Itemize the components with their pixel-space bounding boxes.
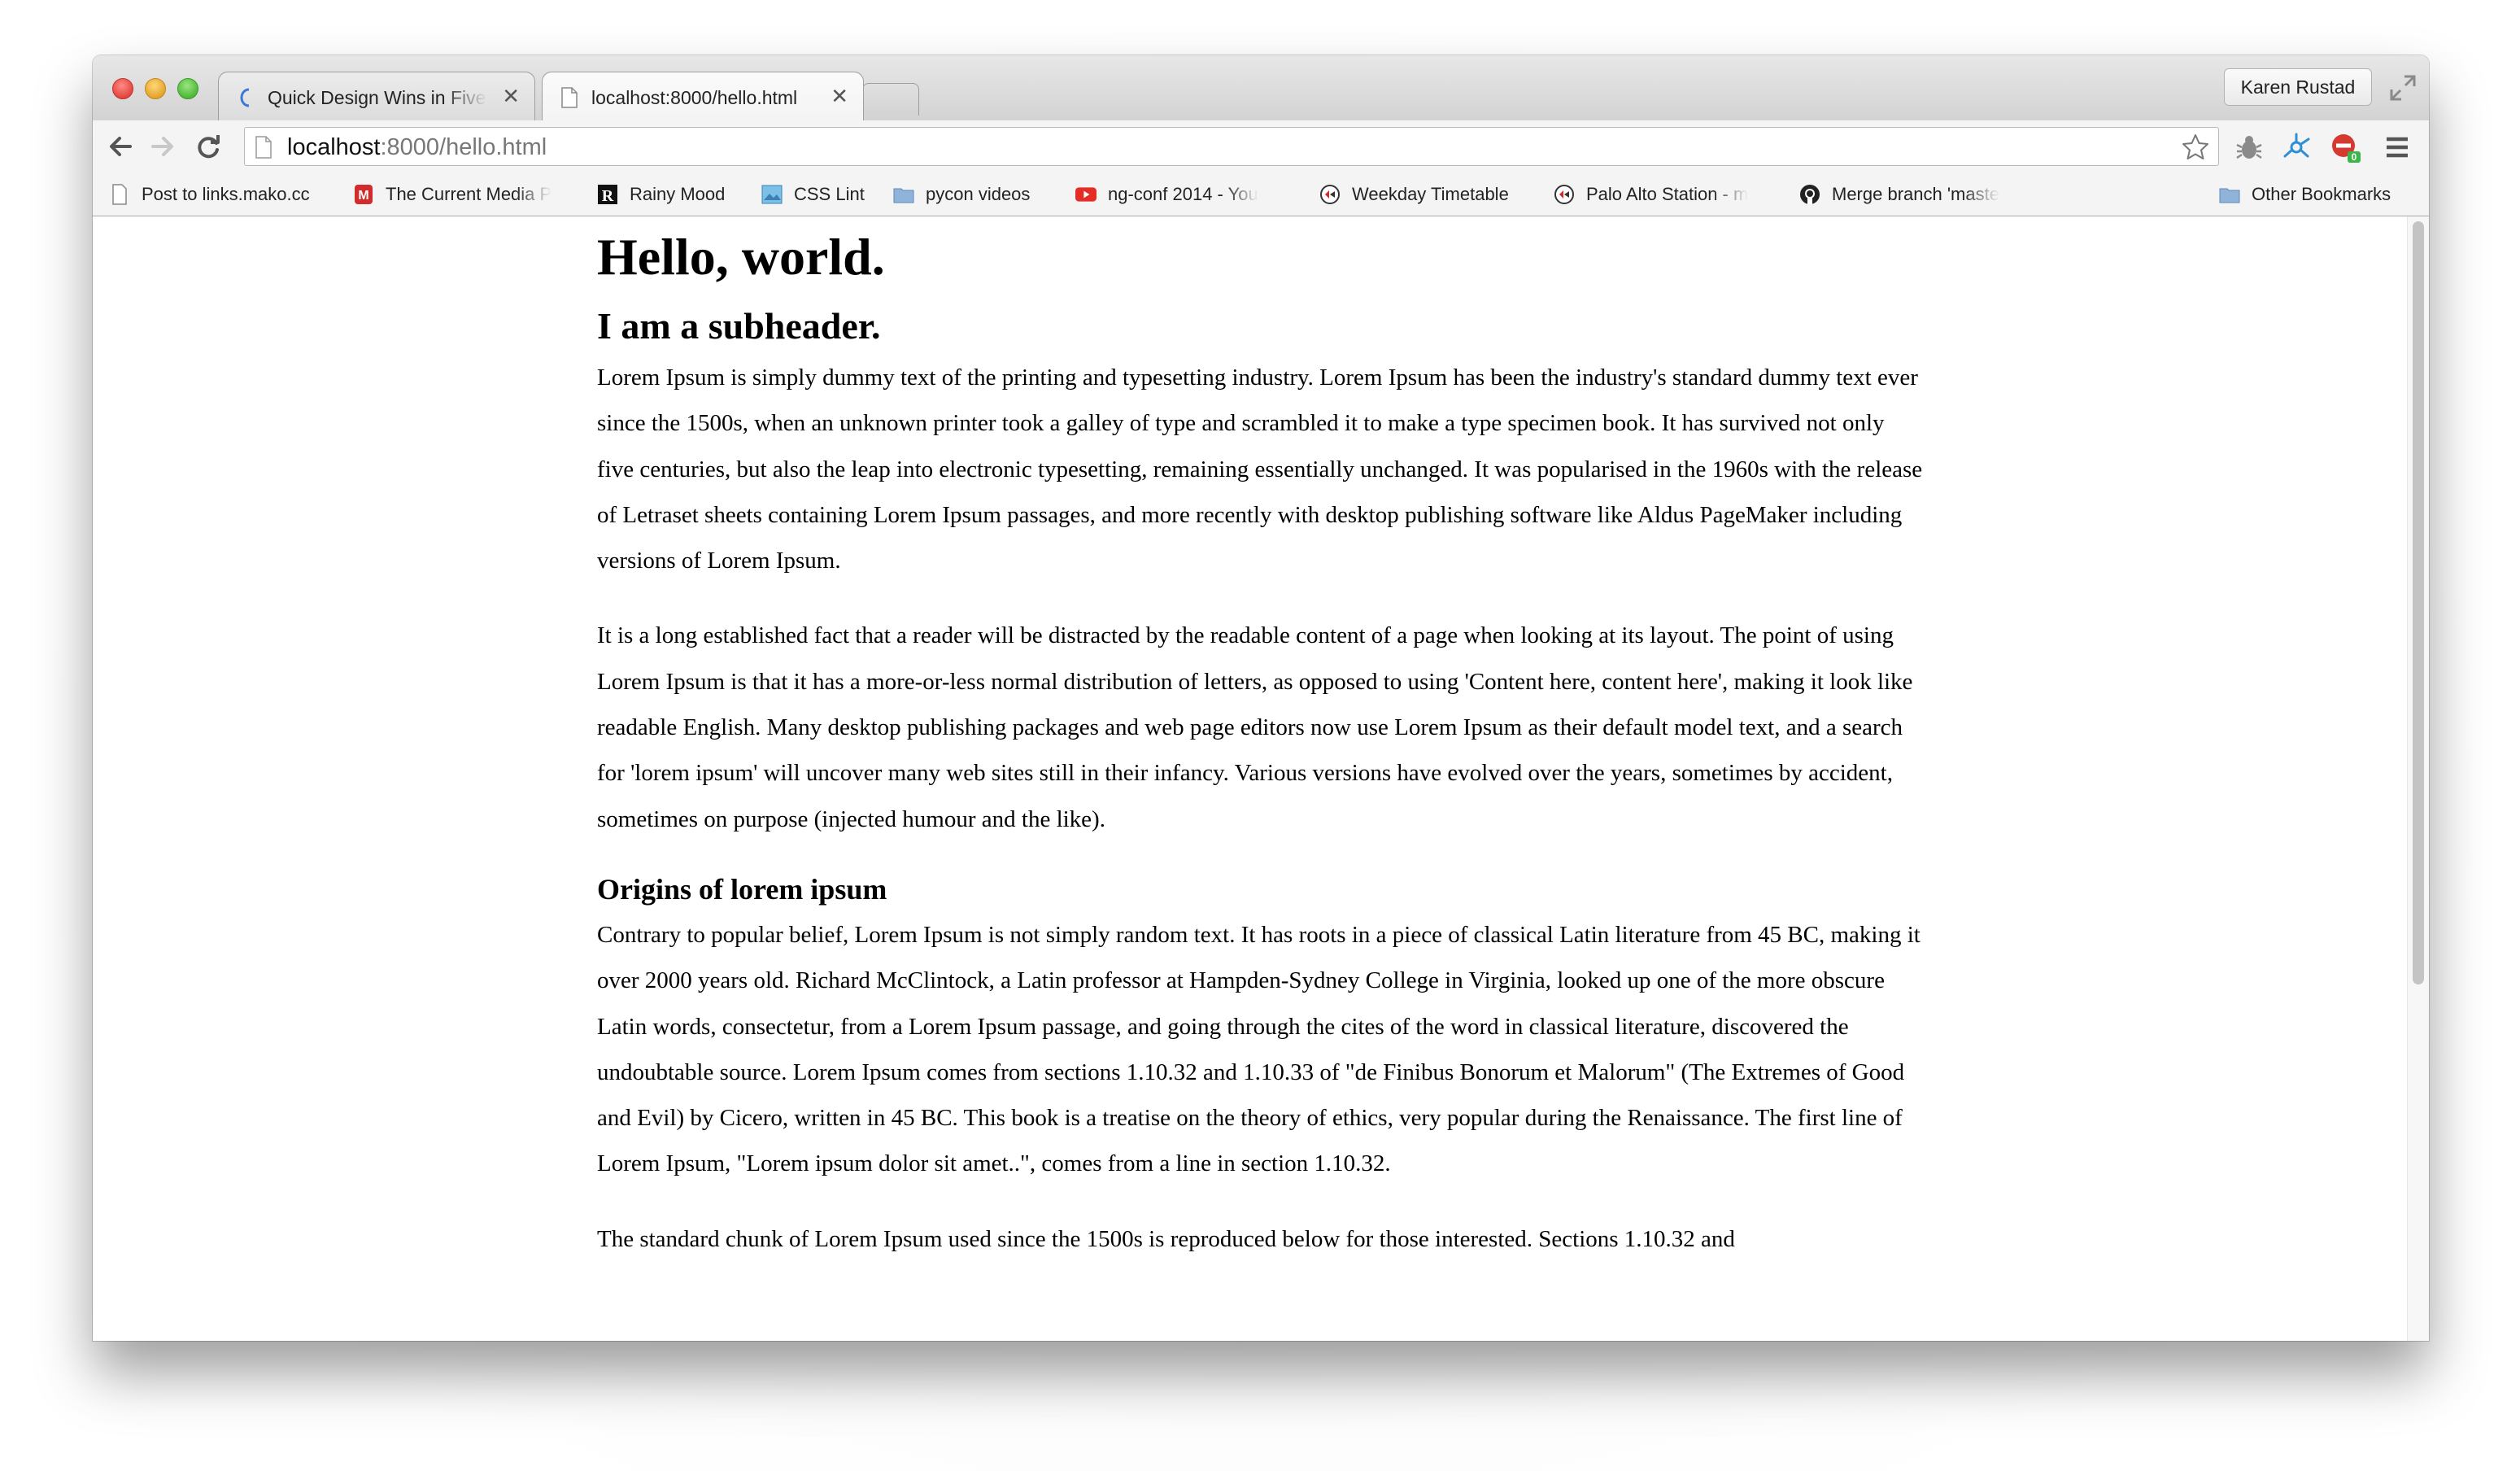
bookmark-weekday-timetable[interactable]: Weekday Timetable [1319,182,1539,207]
bookmark-label: CSS Lint [794,184,865,204]
page-content: Hello, world. I am a subheader. Lorem Ip… [597,223,1923,1291]
paragraph-4: The standard chunk of Lorem Ipsum used s… [597,1225,1735,1252]
tab-quick-design-wins[interactable]: Quick Design Wins in Five ✕ [218,72,535,120]
tab-strip: Quick Design Wins in Five ✕ localhost:80… [93,55,2429,120]
page-icon [255,136,272,159]
paragraph-3: Contrary to popular belief, Lorem Ipsum … [597,921,1921,1177]
vertical-scrollbar[interactable] [2407,216,2429,1341]
youtube-icon [1075,187,1097,202]
bookmark-rainy-mood[interactable]: R Rainy Mood [597,182,760,207]
bookmark-label: pycon videos [926,184,1031,204]
forward-arrow-icon[interactable] [148,132,177,161]
window-zoom-button[interactable] [177,78,198,99]
bookmark-label: The Current Media P [386,184,552,204]
stop-sign-icon: 0 [2332,134,2361,163]
rainy-mood-icon: R [598,185,617,205]
bookmark-label: Weekday Timetable [1352,184,1509,204]
fullscreen-icon[interactable] [2388,73,2418,103]
folder-icon [2219,188,2240,203]
bookmark-label: Merge branch 'maste [1832,184,1999,204]
window-close-button[interactable] [112,78,133,99]
page-icon [112,184,127,205]
bookmark-current-media[interactable]: M The Current Media P [353,182,578,207]
bookmark-label: ng-conf 2014 - You [1108,184,1258,204]
extension-badge: 0 [2352,151,2357,163]
loading-spinner-icon [240,88,250,107]
tab-title: localhost:8000/hello.html [591,87,798,108]
bug-extension-icon[interactable] [2234,132,2265,163]
bookmark-merge-branch[interactable]: Merge branch 'maste [1799,182,2040,207]
window-minimize-button[interactable] [145,78,166,99]
new-tab-button[interactable] [862,83,919,116]
bookmark-ng-conf[interactable]: ng-conf 2014 - You [1075,182,1308,207]
profile-button[interactable]: Karen Rustad [2224,68,2372,106]
bookmark-pycon-videos[interactable]: pycon videos [893,182,1074,207]
url-path: :8000/hello.html [380,134,547,160]
other-bookmarks-folder[interactable]: Other Bookmarks [2219,182,2422,207]
scrollbar-thumb[interactable] [2413,221,2424,984]
url-host: localhost [287,134,381,160]
bookmark-post-to-links[interactable]: Post to links.mako.cc [109,182,345,207]
page-icon [561,87,578,108]
section-heading: Origins of lorem ipsum [597,872,887,906]
caltrain-icon [1320,185,1340,204]
network-extension-icon[interactable] [2281,132,2312,163]
back-arrow-icon[interactable] [106,132,135,161]
page-subheader: I am a subheader. [597,305,881,347]
page-title: Hello, world. [597,228,885,286]
tab-localhost-hello[interactable]: localhost:8000/hello.html ✕ [542,72,864,120]
tab-title: Quick Design Wins in Five [268,87,486,108]
address-bar[interactable]: localhost:8000/hello.html [244,127,2219,166]
page-viewport: Hello, world. I am a subheader. Lorem Ip… [93,216,2429,1341]
browser-toolbar: localhost:8000/hello.html 0 [93,120,2429,172]
tab-close-icon[interactable]: ✕ [502,84,520,108]
bookmark-label: Palo Alto Station - m [1586,184,1749,204]
url-text: localhost:8000/hello.html [287,133,547,161]
bookmark-label: Other Bookmarks [2252,184,2391,204]
caltrain-icon [1554,185,1574,204]
bookmark-label: Rainy Mood [630,184,726,204]
bookmark-label: Post to links.mako.cc [142,184,310,204]
paragraph-2: It is a long established fact that a rea… [597,622,1913,832]
github-icon [1800,185,1820,204]
blocker-extension-icon[interactable]: 0 [2330,132,2361,163]
bookmark-palo-alto-station[interactable]: Palo Alto Station - m [1554,182,1791,207]
bookmark-css-lint[interactable]: CSS Lint [761,182,883,207]
bookmark-star-icon[interactable] [2181,133,2210,162]
reload-icon[interactable] [194,132,223,161]
svg-text:R: R [602,187,614,205]
bookmarks-bar: Post to links.mako.cc M The Current Medi… [93,172,2429,216]
svg-text:M: M [358,189,368,203]
paragraph-1: Lorem Ipsum is simply dummy text of the … [597,364,1923,574]
folder-icon [893,188,914,203]
css-lint-icon [761,185,783,204]
tumblr-icon: M [355,185,373,204]
menu-hamburger-icon[interactable] [2382,132,2413,163]
tab-close-icon[interactable]: ✕ [831,84,848,108]
browser-window: Quick Design Wins in Five ✕ localhost:80… [93,55,2429,1341]
